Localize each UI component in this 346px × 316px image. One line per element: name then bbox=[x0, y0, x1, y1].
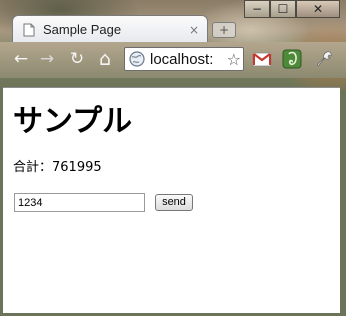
maximize-button[interactable]: ☐ bbox=[270, 0, 296, 18]
back-icon[interactable]: ← bbox=[10, 48, 32, 70]
page-title: サンプル bbox=[13, 104, 133, 139]
page-icon bbox=[23, 23, 35, 37]
evernote-extension-icon[interactable] bbox=[282, 49, 302, 69]
total-text: 合計：761995 bbox=[13, 160, 102, 175]
minimize-button[interactable]: − bbox=[244, 0, 270, 18]
browser-window: − ☐ ✕ Sample Page × + ← → ↻ ⌂ localhost:… bbox=[0, 0, 346, 316]
forward-icon[interactable]: → bbox=[36, 48, 58, 70]
tab-title: Sample Page bbox=[43, 22, 122, 37]
globe-icon bbox=[129, 51, 145, 67]
reload-icon[interactable]: ↻ bbox=[66, 48, 88, 70]
close-window-button[interactable]: ✕ bbox=[296, 0, 340, 18]
tab-sample-page[interactable]: Sample Page × bbox=[12, 15, 208, 43]
window-controls: − ☐ ✕ bbox=[244, 0, 340, 18]
bookmark-star-icon[interactable]: ☆ bbox=[227, 50, 241, 69]
new-tab-button[interactable]: + bbox=[212, 22, 236, 38]
home-icon[interactable]: ⌂ bbox=[94, 48, 116, 70]
gmail-extension-icon[interactable] bbox=[252, 49, 272, 69]
number-input[interactable] bbox=[14, 193, 145, 212]
wrench-icon[interactable] bbox=[314, 48, 336, 70]
url-text: localhost: bbox=[150, 50, 214, 68]
page-content: サンプル 合計：761995 send bbox=[3, 87, 340, 313]
tab-close-icon[interactable]: × bbox=[189, 23, 199, 37]
address-bar[interactable]: localhost: ☆ bbox=[124, 47, 244, 71]
send-button[interactable]: send bbox=[155, 194, 193, 211]
